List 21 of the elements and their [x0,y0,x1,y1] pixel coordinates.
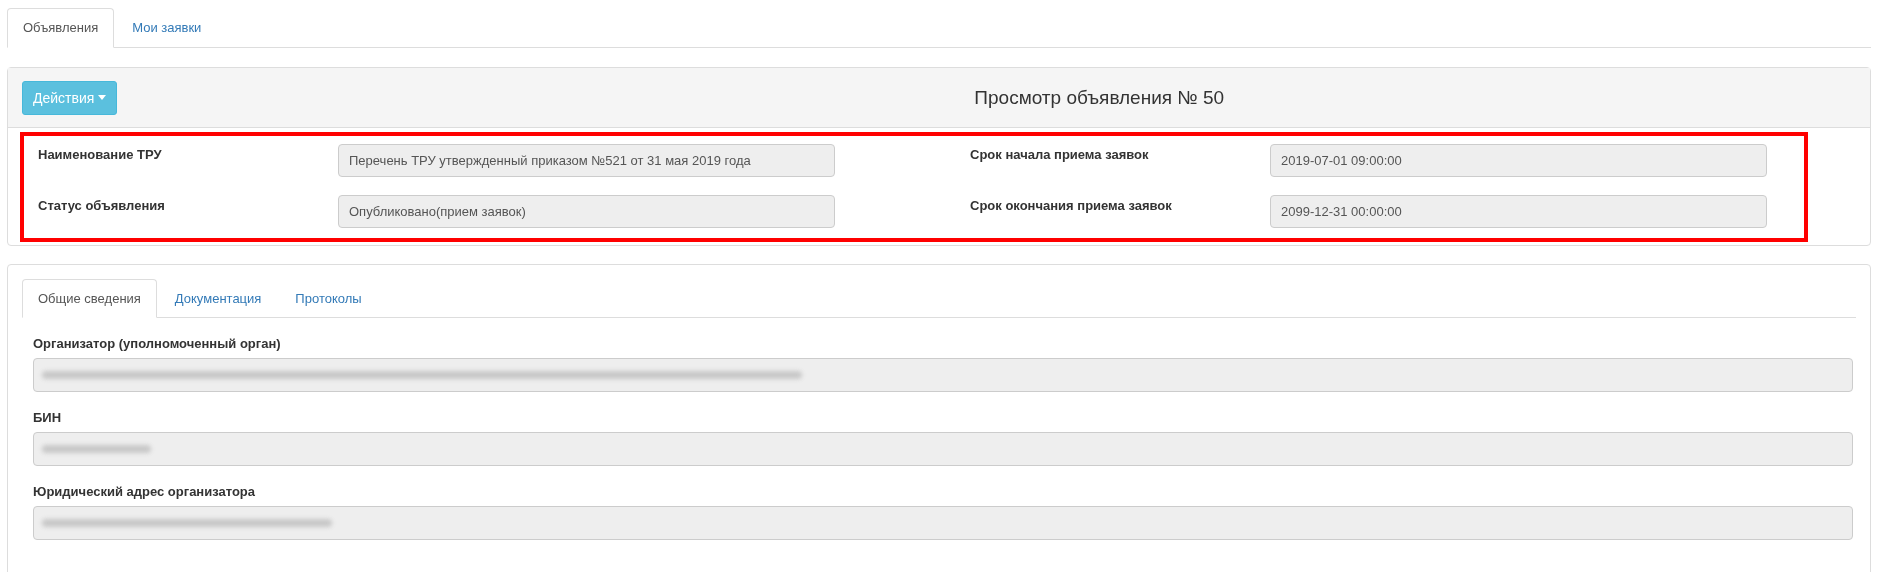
readonly-field[interactable] [33,432,1853,466]
field-label: Срок начала приема заявок [970,146,1150,162]
readonly-field[interactable]: Перечень ТРУ утвержденный приказом №521 от 31 мая 2019 года [338,144,835,177]
field-label: БИН [33,410,63,425]
field-label: Организатор (уполномоченный орган) [33,336,282,351]
readonly-field[interactable]: 2099-12-31 00:00:00 [1270,195,1767,228]
field-label: Юридический адрес организатора [33,484,257,499]
tab[interactable]: Объявления [7,8,115,48]
readonly-field[interactable] [33,358,1853,392]
field-label: Наименование ТРУ [38,146,163,162]
caret-icon [98,95,107,100]
field-label: Срок окончания приема заявок [970,197,1173,213]
readonly-field[interactable]: 2019-07-01 09:00:00 [1270,144,1767,177]
tab[interactable]: Документация [158,279,278,318]
readonly-field[interactable] [33,506,1853,540]
tab[interactable]: Протоколы [279,279,378,318]
readonly-field[interactable]: Опубликовано(прием заявок) [338,195,835,228]
tab[interactable]: Общие сведения [22,279,157,318]
field-label: Статус объявления [38,197,166,213]
tab[interactable]: Мои заявки [116,8,218,48]
page-title: Просмотр объявления № 50 [974,86,1225,109]
